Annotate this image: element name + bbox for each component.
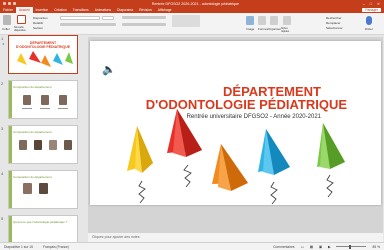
ribbon: Coller Nouvelle diapositive Disposition … [0, 13, 384, 35]
status-bar: Diapositive 1 sur 15 Français (France) C… [0, 242, 384, 250]
caption [22, 108, 32, 109]
dictate-button[interactable]: Dicter [365, 27, 373, 31]
font-size-selector[interactable] [102, 16, 114, 20]
slide-thumbnails-pane[interactable]: 1 ★ DÉPARTEMENT D'ODONTOLOGIE PÉDIATRIQU… [0, 35, 84, 242]
thumb-title: Composition du département [13, 175, 52, 179]
slide-counter: Diapositive 1 sur 15 [4, 244, 33, 249]
caption [40, 108, 50, 109]
slide-number: 1 [1, 36, 4, 41]
microphone-icon[interactable] [366, 16, 372, 25]
drawing-group[interactable] [172, 15, 200, 27]
redo-icon[interactable] [13, 2, 16, 5]
font-format-buttons[interactable] [60, 23, 116, 26]
staff-photo [19, 140, 27, 150]
minimize-icon[interactable]: – [363, 2, 365, 6]
new-slide-icon[interactable] [17, 15, 26, 24]
replace-button[interactable]: Remplacer [326, 21, 341, 25]
new-slide-button[interactable]: Nouvelle diapositive [14, 26, 30, 32]
slide-thumbnail-1[interactable]: DÉPARTEMENT D'ODONTOLOGIE PÉDIATRIQUE [8, 35, 78, 74]
quick-styles-icon[interactable] [283, 16, 291, 25]
arrange-button[interactable]: Organiser [268, 27, 281, 31]
accent-bar [9, 126, 12, 163]
slide-number: 4 [1, 171, 4, 176]
staff-photo [39, 183, 48, 194]
slideshow-icon[interactable]: ▶ [328, 245, 331, 249]
slide-editor[interactable]: 🔈 DÉPARTEMENT D'ODONTOLOGIE PÉDIATRIQUE … [88, 37, 383, 242]
title-bar: Rentrée DFGSO2 2020-2021 - odontologie p… [0, 0, 384, 7]
staff-photo [34, 140, 42, 150]
notes-pane[interactable]: Cliquez pour ajouter des notes [88, 233, 383, 242]
thumb-title: Composition du département [13, 85, 52, 89]
layout-button[interactable]: Disposition [33, 16, 48, 20]
thumb-title: Qu'est-ce que l'odontologie pédiatrique … [13, 220, 68, 224]
red-paper-plane [167, 109, 202, 188]
share-button[interactable]: Partager [362, 8, 381, 12]
maximize-icon[interactable]: □ [370, 2, 372, 6]
alignment-buttons[interactable] [122, 23, 166, 26]
slide-number: 2 [1, 81, 4, 86]
quick-styles-button[interactable]: Styles rapides [281, 27, 295, 33]
paste-icon[interactable] [3, 15, 11, 25]
thumb-title: Composition du département [13, 130, 52, 134]
find-button[interactable]: Rechercher [326, 16, 342, 20]
accent-bar [9, 216, 12, 242]
staff-photo [23, 95, 31, 105]
accent-bar [9, 171, 12, 208]
caption [58, 108, 68, 109]
zoom-level[interactable]: 85 % [372, 245, 380, 249]
current-slide[interactable]: 🔈 DÉPARTEMENT D'ODONTOLOGIE PÉDIATRIQUE … [90, 41, 381, 205]
slide-thumbnail-2[interactable]: Composition du département [8, 80, 78, 119]
shapes-button[interactable]: Formes [258, 27, 268, 31]
reading-view-icon[interactable]: ▣ [319, 245, 322, 249]
slide-sorter-icon[interactable]: ▦ [310, 245, 313, 249]
blue-paper-plane [258, 129, 290, 205]
star-icon: ★ [2, 42, 5, 46]
image-icon[interactable] [246, 16, 254, 25]
slide-number: 3 [1, 126, 4, 131]
slide-number: 5 [1, 216, 4, 221]
language-indicator[interactable]: Français (France) [43, 245, 69, 249]
staff-photo [64, 140, 72, 150]
normal-view-icon[interactable]: ▭ [301, 245, 304, 249]
slide-thumbnail-5[interactable]: Qu'est-ce que l'odontologie pédiatrique … [8, 215, 78, 242]
slide-thumbnail-3[interactable]: Composition du département [8, 125, 78, 164]
font-selector[interactable] [60, 16, 100, 20]
paper-planes-thumbnail [17, 51, 73, 67]
undo-icon[interactable] [8, 2, 11, 5]
select-button[interactable]: Sélectionner [326, 26, 343, 30]
shapes-icon[interactable] [258, 16, 266, 25]
paper-planes-graphic[interactable] [90, 41, 381, 205]
green-paper-plane [317, 123, 345, 198]
paragraph-buttons[interactable] [122, 16, 166, 19]
slide-thumbnail-4[interactable]: Composition du département [8, 170, 78, 209]
thumb-title-line2: D'ODONTOLOGIE PÉDIATRIQUE [15, 45, 71, 49]
reset-button[interactable]: Rétablir [33, 21, 43, 25]
save-icon[interactable] [3, 2, 6, 5]
staff-photo [49, 140, 57, 150]
image-button[interactable]: Image [246, 27, 254, 31]
section-button[interactable]: Section [33, 26, 43, 30]
paste-button[interactable]: Coller [2, 27, 10, 31]
close-icon[interactable]: ✕ [377, 2, 380, 6]
staff-photo [59, 95, 67, 105]
orange-paper-plane [212, 144, 248, 191]
quick-access-toolbar[interactable] [0, 2, 28, 5]
window-title: Rentrée DFGSO2 2020-2021 - odontologie p… [151, 1, 240, 6]
zoom-slider[interactable] [336, 244, 367, 249]
staff-photo [23, 183, 32, 194]
yellow-paper-plane [127, 126, 153, 204]
staff-photo [41, 95, 49, 105]
arrange-icon[interactable] [270, 16, 278, 25]
accent-bar [9, 81, 12, 118]
notes-toggle[interactable]: Commentaires [273, 245, 294, 249]
